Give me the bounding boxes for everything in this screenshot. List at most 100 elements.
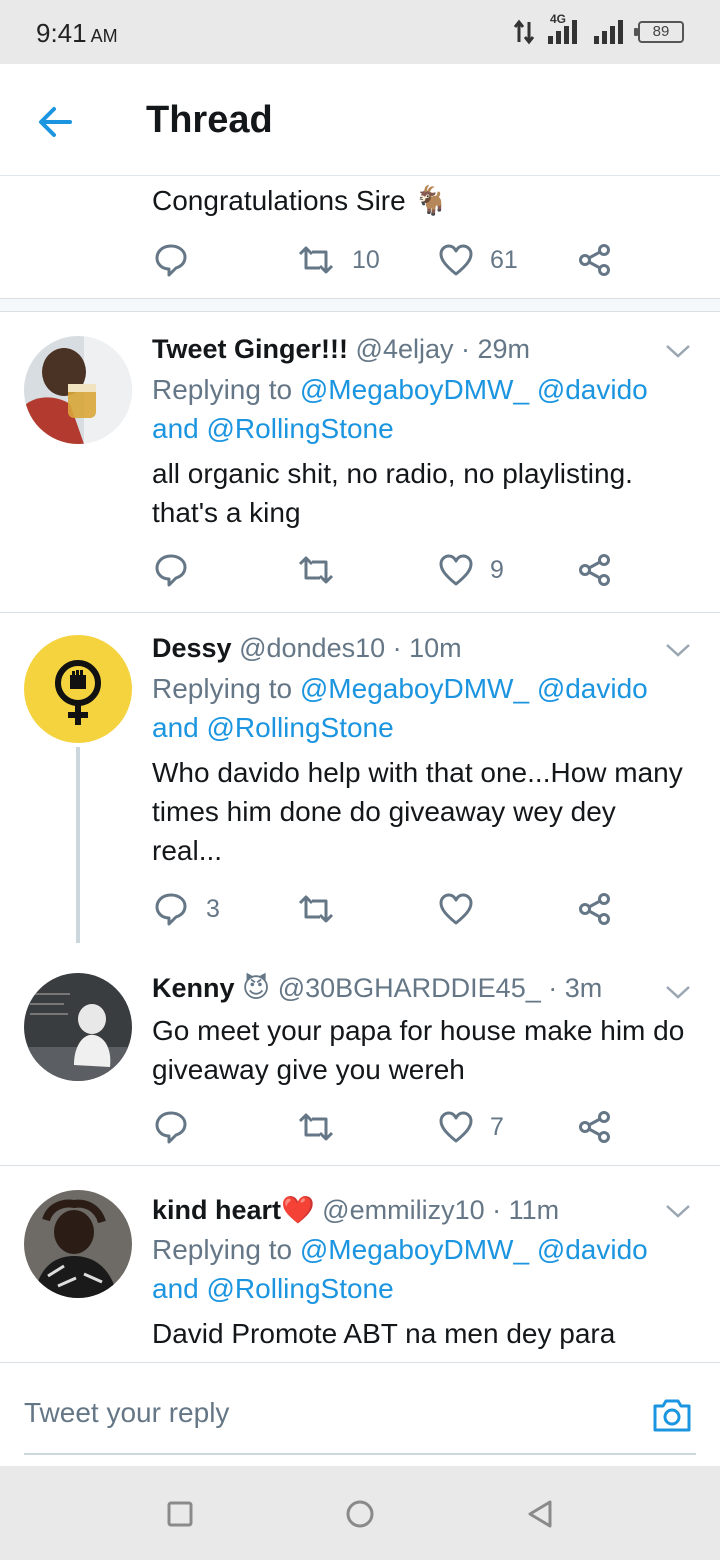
like-count: 7 (490, 1112, 504, 1141)
tweet-actions: 7 (152, 1107, 622, 1147)
mention-link[interactable]: @MegaboyDMW_ (300, 1234, 529, 1265)
battery-level: 89 (652, 23, 670, 40)
share-button[interactable] (578, 550, 612, 590)
reply-count: 3 (206, 894, 220, 923)
user-name[interactable]: kind heart (152, 1195, 281, 1225)
and-others-link[interactable]: and (152, 712, 199, 743)
section-divider (0, 298, 720, 312)
reply-button[interactable] (152, 240, 190, 280)
like-button[interactable] (438, 889, 474, 929)
triangle-back-icon[interactable] (522, 1496, 558, 1532)
camera-icon[interactable] (650, 1393, 694, 1437)
retweet-button[interactable] (296, 550, 336, 590)
tweet-meta: Tweet Ginger!!! @4eljay · 29m (152, 334, 530, 365)
retweet-button[interactable]: 10 (296, 240, 380, 280)
page-title: Thread (146, 99, 273, 141)
tweet-meta: Dessy @dondes10 · 10m (152, 633, 462, 664)
and-others-link[interactable]: and (152, 1273, 199, 1304)
tweet-actions: 9 (152, 550, 622, 590)
circle-home-icon[interactable] (342, 1496, 378, 1532)
like-button[interactable]: 7 (438, 1107, 504, 1147)
avatar[interactable] (24, 973, 132, 1081)
user-name[interactable]: Tweet Ginger!!! (152, 334, 348, 364)
reply-input[interactable]: Tweet your reply (24, 1397, 229, 1429)
tweet-meta: kind heart❤️ @emmilizy10 · 11m (152, 1194, 559, 1226)
and-others-link[interactable]: and (152, 413, 199, 444)
replying-to: Replying to @MegaboyDMW_ @davido and @Ro… (152, 1230, 648, 1308)
thread-connector-line (76, 747, 80, 943)
retweet-button[interactable] (296, 1107, 336, 1147)
tweet-time: · 29m (461, 334, 531, 364)
mention-link[interactable]: @MegaboyDMW_ (300, 673, 529, 704)
chevron-down-icon[interactable] (664, 983, 692, 1001)
tweet-meta: Kenny 😈 @30BGHARDDIE45_ · 3m (152, 973, 602, 1004)
retweet-icon (298, 1113, 334, 1141)
user-handle[interactable]: @dondes10 (239, 633, 385, 663)
speech-bubble-icon (155, 893, 187, 926)
heart-icon (439, 893, 473, 925)
status-time: 9:41 AM (36, 18, 118, 49)
avatar[interactable] (24, 336, 132, 444)
share-button[interactable] (578, 240, 612, 280)
system-nav-bar (0, 1466, 720, 1560)
user-handle[interactable]: @30BGHARDDIE45_ (278, 973, 541, 1003)
reply-composer: Tweet your reply (0, 1362, 720, 1466)
chevron-down-icon[interactable] (664, 641, 692, 659)
like-button[interactable]: 61 (438, 240, 518, 280)
mention-link[interactable]: @RollingStone (207, 1273, 394, 1304)
share-icon (579, 893, 610, 925)
thread-feed[interactable]: Congratulations Sire 🐐 10 61 Tweet Ginge… (0, 176, 720, 1362)
heart-icon (439, 244, 473, 276)
mention-link[interactable]: @RollingStone (207, 712, 394, 743)
retweet-icon (298, 895, 334, 923)
retweet-count: 10 (352, 245, 380, 274)
data-transfer-icon (513, 19, 535, 45)
tweet-item[interactable]: Tweet Ginger!!! @4eljay · 29m Replying t… (0, 312, 720, 612)
user-name[interactable]: Dessy (152, 633, 232, 663)
clock-ampm: AM (90, 26, 118, 46)
chevron-down-icon[interactable] (664, 342, 692, 360)
user-handle[interactable]: @4eljay (356, 334, 454, 364)
user-name[interactable]: Kenny (152, 973, 235, 1003)
like-count: 9 (490, 555, 504, 584)
reply-button[interactable]: 3 (152, 889, 220, 929)
mention-link[interactable]: @RollingStone (207, 413, 394, 444)
share-icon (579, 1111, 610, 1143)
mention-link[interactable]: @davido (537, 1234, 648, 1265)
share-button[interactable] (578, 889, 612, 929)
avatar[interactable] (24, 1190, 132, 1298)
tweet-item[interactable]: Kenny 😈 @30BGHARDDIE45_ · 3m Go meet you… (0, 943, 720, 1165)
name-emoji: ❤️ (281, 1195, 315, 1225)
user-handle[interactable]: @emmilizy10 (322, 1195, 484, 1225)
retweet-button[interactable] (296, 889, 336, 929)
avatar[interactable] (24, 635, 132, 743)
status-bar: 9:41 AM 4G 89 (0, 0, 720, 64)
share-button[interactable] (578, 1107, 612, 1147)
tweet-text: Go meet your papa for house make him do … (152, 1015, 685, 1085)
tweet-text: all organic shit, no radio, no playlisti… (152, 458, 633, 528)
square-recents-icon[interactable] (162, 1496, 198, 1532)
mention-link[interactable]: @davido (537, 374, 648, 405)
network-type: 4G (550, 12, 567, 26)
speech-bubble-icon (155, 554, 187, 587)
tweet-item[interactable]: kind heart❤️ @emmilizy10 · 11m Replying … (0, 1166, 720, 1362)
battery-icon: 89 (634, 21, 684, 43)
name-emoji: 😈 (242, 973, 271, 1003)
mention-link[interactable]: @davido (537, 673, 648, 704)
like-button[interactable]: 9 (438, 550, 504, 590)
chevron-down-icon[interactable] (664, 1202, 692, 1220)
replying-label: Replying to (152, 673, 293, 704)
tweet-actions: 3 (152, 889, 622, 929)
arrow-left-icon[interactable] (36, 102, 76, 142)
replying-to: Replying to @MegaboyDMW_ @davido and @Ro… (152, 669, 648, 747)
reply-button[interactable] (152, 1107, 190, 1147)
reply-button[interactable] (152, 550, 190, 590)
retweet-icon (298, 556, 334, 584)
speech-bubble-icon (155, 1111, 187, 1144)
tweet-item[interactable]: Dessy @dondes10 · 10m Replying to @Megab… (0, 613, 720, 943)
like-count: 61 (490, 245, 518, 274)
share-icon (579, 244, 610, 276)
share-icon (579, 554, 610, 586)
mention-link[interactable]: @MegaboyDMW_ (300, 374, 529, 405)
tweet-text: Congratulations Sire 🐐 (152, 185, 449, 216)
